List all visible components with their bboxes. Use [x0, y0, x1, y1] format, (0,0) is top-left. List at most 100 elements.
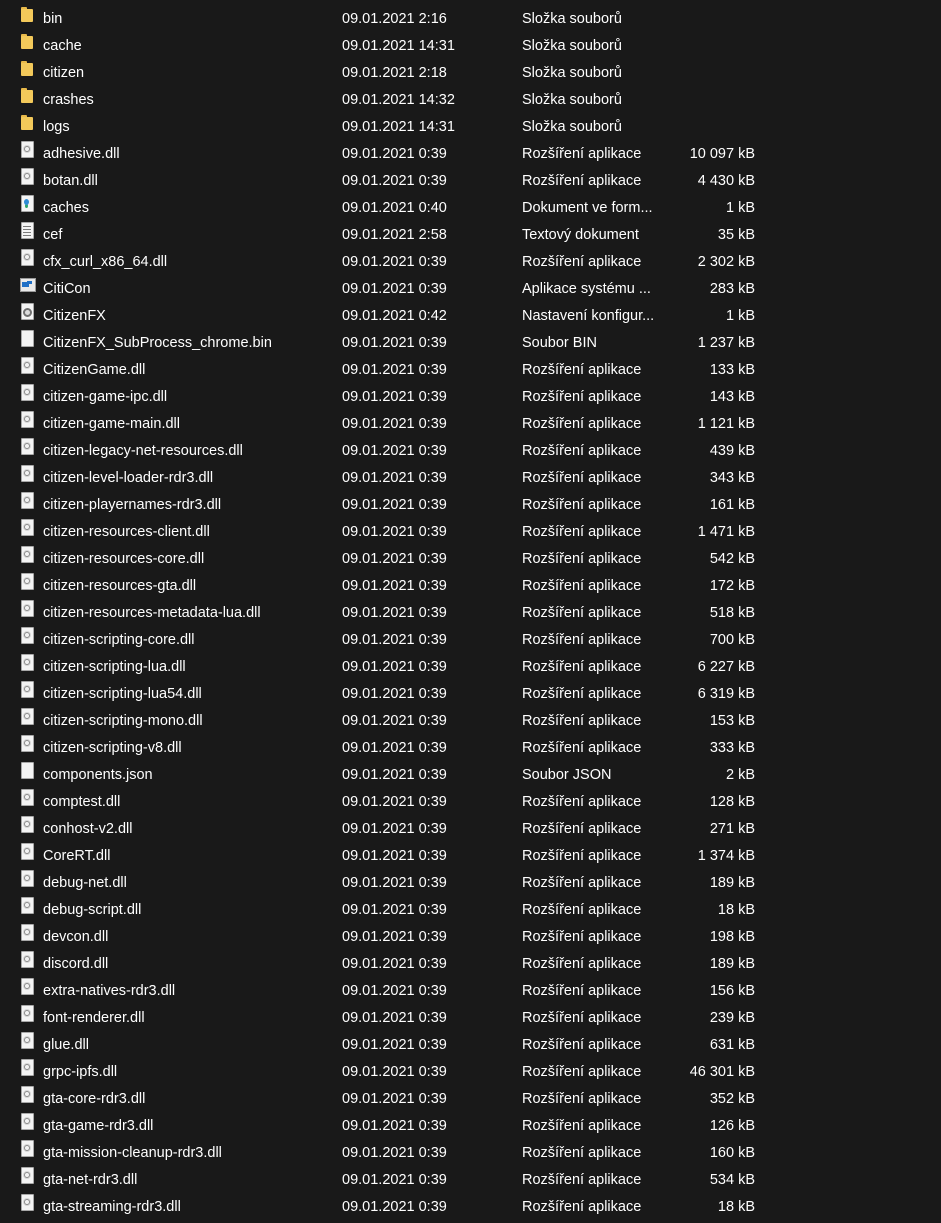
file-name: citizen-resources-metadata-lua.dll — [43, 605, 261, 621]
dll-file-icon — [19, 1005, 35, 1022]
file-name: font-renderer.dll — [43, 1010, 145, 1026]
document-icon — [19, 195, 35, 212]
file-name: logs — [43, 119, 70, 135]
file-size: 283 kB — [709, 281, 755, 297]
file-size: 2 302 kB — [697, 254, 755, 270]
file-row[interactable]: citizen-scripting-v8.dll 09.01.2021 0:39 R… — [0, 735, 941, 762]
file-row[interactable]: CitizenGame.dll 09.01.2021 0:39 Rozšíření … — [0, 357, 941, 384]
file-name: citizen-resources-client.dll — [43, 524, 210, 540]
file-size: 1 kB — [725, 308, 755, 324]
file-name: citizen-scripting-v8.dll — [43, 740, 182, 756]
file-row[interactable]: crashes 09.01.2021 14:32 Složka souborů — [0, 87, 941, 114]
dll-file-icon — [19, 141, 35, 158]
file-row[interactable]: font-renderer.dll 09.01.2021 0:39 Rozšířen… — [0, 1005, 941, 1032]
file-name: gta-net-rdr3.dll — [43, 1172, 138, 1188]
file-date-modified: 09.01.2021 0:39 — [342, 551, 447, 567]
file-row[interactable]: citizen-game-main.dll 09.01.2021 0:39 Rozš… — [0, 411, 941, 438]
file-name: citizen-resources-core.dll — [43, 551, 205, 567]
file-row[interactable]: citizen-resources-client.dll 09.01.2021 0… — [0, 519, 941, 546]
file-date-modified: 09.01.2021 0:39 — [342, 173, 447, 189]
file-row[interactable]: gta-streaming-rdr3.dll 09.01.2021 0:39 Roz… — [0, 1194, 941, 1221]
file-size: 189 kB — [709, 956, 755, 972]
file-row[interactable]: glue.dll 09.01.2021 0:39 Rozšíření aplikac… — [0, 1032, 941, 1059]
file-date-modified: 09.01.2021 0:39 — [342, 740, 447, 756]
file-name: CitizenGame.dll — [43, 362, 146, 378]
file-size: 333 kB — [709, 740, 755, 756]
file-row[interactable]: citizen-game-ipc.dll 09.01.2021 0:39 Rozší… — [0, 384, 941, 411]
file-name: citizen-game-ipc.dll — [43, 389, 168, 405]
file-type: Rozšíření aplikace — [522, 146, 642, 162]
file-date-modified: 09.01.2021 0:39 — [342, 281, 447, 297]
file-date-modified: 09.01.2021 0:39 — [342, 1010, 447, 1026]
dll-file-icon — [19, 897, 35, 914]
file-row[interactable]: botan.dll 09.01.2021 0:39 Rozšíření aplika… — [0, 168, 941, 195]
file-size: 35 kB — [717, 227, 755, 243]
file-name: botan.dll — [43, 173, 98, 189]
file-date-modified: 09.01.2021 14:31 — [342, 119, 455, 135]
file-row[interactable]: extra-natives-rdr3.dll 09.01.2021 0:39 Roz… — [0, 978, 941, 1005]
file-row[interactable]: components.json 09.01.2021 0:39 Soubor JSO… — [0, 762, 941, 789]
application-icon — [19, 276, 36, 293]
file-size: 6 319 kB — [697, 686, 755, 702]
file-row[interactable]: CitiCon 09.01.2021 0:39 Aplikace systému .… — [0, 276, 941, 303]
file-row[interactable]: CitizenFX 09.01.2021 0:42 Nastavení konfig… — [0, 303, 941, 330]
file-name: debug-script.dll — [43, 902, 142, 918]
file-date-modified: 09.01.2021 0:39 — [342, 1091, 447, 1107]
file-row[interactable]: cfx_curl_x86_64.dll 09.01.2021 0:39 Rozšíř… — [0, 249, 941, 276]
file-row[interactable]: gta-core-rdr3.dll 09.01.2021 0:39 Rozšířen… — [0, 1086, 941, 1113]
dll-file-icon — [19, 1059, 35, 1076]
file-row[interactable]: conhost-v2.dll 09.01.2021 0:39 Rozšíření a… — [0, 816, 941, 843]
file-row[interactable]: cef 09.01.2021 2:58 Textový dokument 35 kB — [0, 222, 941, 249]
file-row[interactable]: citizen-scripting-core.dll 09.01.2021 0:3… — [0, 627, 941, 654]
file-name: bin — [43, 11, 63, 27]
file-size: 343 kB — [709, 470, 755, 486]
file-row[interactable]: citizen-level-loader-rdr3.dll 09.01.2021 … — [0, 465, 941, 492]
file-row[interactable]: citizen-scripting-lua54.dll 09.01.2021 0:… — [0, 681, 941, 708]
file-name: comptest.dll — [43, 794, 121, 810]
file-row[interactable]: cache 09.01.2021 14:31 Složka souborů — [0, 33, 941, 60]
file-type: Rozšíření aplikace — [522, 605, 642, 621]
file-name: cache — [43, 38, 82, 54]
file-type: Nastavení konfigur... — [522, 308, 655, 324]
file-date-modified: 09.01.2021 0:39 — [342, 335, 447, 351]
dll-file-icon — [19, 816, 35, 833]
file-row[interactable]: caches 09.01.2021 0:40 Dokument ve form...… — [0, 195, 941, 222]
dll-file-icon — [19, 951, 35, 968]
file-row[interactable]: CitizenFX_SubProcess_chrome.bin 09.01.202… — [0, 330, 941, 357]
file-type: Rozšíření aplikace — [522, 1118, 642, 1134]
file-row[interactable]: devcon.dll 09.01.2021 0:39 Rozšíření aplik… — [0, 924, 941, 951]
file-type: Rozšíření aplikace — [522, 389, 642, 405]
file-type: Rozšíření aplikace — [522, 686, 642, 702]
file-row[interactable]: citizen-resources-metadata-lua.dll 09.01.… — [0, 600, 941, 627]
file-type: Rozšíření aplikace — [522, 902, 642, 918]
file-row[interactable]: debug-script.dll 09.01.2021 0:39 Rozšíření… — [0, 897, 941, 924]
file-row[interactable]: citizen 09.01.2021 2:18 Složka souborů — [0, 60, 941, 87]
file-name: components.json — [43, 767, 153, 783]
file-row[interactable]: bin 09.01.2021 2:16 Složka souborů — [0, 6, 941, 33]
file-row[interactable]: debug-net.dll 09.01.2021 0:39 Rozšíření ap… — [0, 870, 941, 897]
file-type: Rozšíření aplikace — [522, 1199, 642, 1215]
file-size: 126 kB — [709, 1118, 755, 1134]
file-date-modified: 09.01.2021 0:39 — [342, 632, 447, 648]
file-date-modified: 09.01.2021 0:40 — [342, 200, 447, 216]
file-row[interactable]: citizen-scripting-mono.dll 09.01.2021 0:3… — [0, 708, 941, 735]
file-row[interactable]: citizen-resources-gta.dll 09.01.2021 0:39… — [0, 573, 941, 600]
file-row[interactable]: gta-game-rdr3.dll 09.01.2021 0:39 Rozšířen… — [0, 1113, 941, 1140]
file-date-modified: 09.01.2021 0:39 — [342, 1118, 447, 1134]
file-row[interactable]: gta-net-rdr3.dll 09.01.2021 0:39 Rozšíření… — [0, 1167, 941, 1194]
file-row[interactable]: citizen-legacy-net-resources.dll 09.01.20… — [0, 438, 941, 465]
file-row[interactable]: gta-mission-cleanup-rdr3.dll 09.01.2021 0… — [0, 1140, 941, 1167]
file-row[interactable]: citizen-resources-core.dll 09.01.2021 0:3… — [0, 546, 941, 573]
file-row[interactable]: adhesive.dll 09.01.2021 0:39 Rozšíření apl… — [0, 141, 941, 168]
file-row[interactable]: logs 09.01.2021 14:31 Složka souborů — [0, 114, 941, 141]
file-type: Složka souborů — [522, 92, 622, 108]
file-row[interactable]: comptest.dll 09.01.2021 0:39 Rozšíření apl… — [0, 789, 941, 816]
file-row[interactable]: citizen-playernames-rdr3.dll 09.01.2021 0… — [0, 492, 941, 519]
file-row[interactable]: CoreRT.dll 09.01.2021 0:39 Rozšíření aplik… — [0, 843, 941, 870]
file-type: Složka souborů — [522, 65, 622, 81]
file-row[interactable]: discord.dll 09.01.2021 0:39 Rozšíření apli… — [0, 951, 941, 978]
file-row[interactable]: grpc-ipfs.dll 09.01.2021 0:39 Rozšíření ap… — [0, 1059, 941, 1086]
file-row[interactable]: citizen-scripting-lua.dll 09.01.2021 0:39… — [0, 654, 941, 681]
file-type: Rozšíření aplikace — [522, 416, 642, 432]
file-date-modified: 09.01.2021 0:39 — [342, 875, 447, 891]
